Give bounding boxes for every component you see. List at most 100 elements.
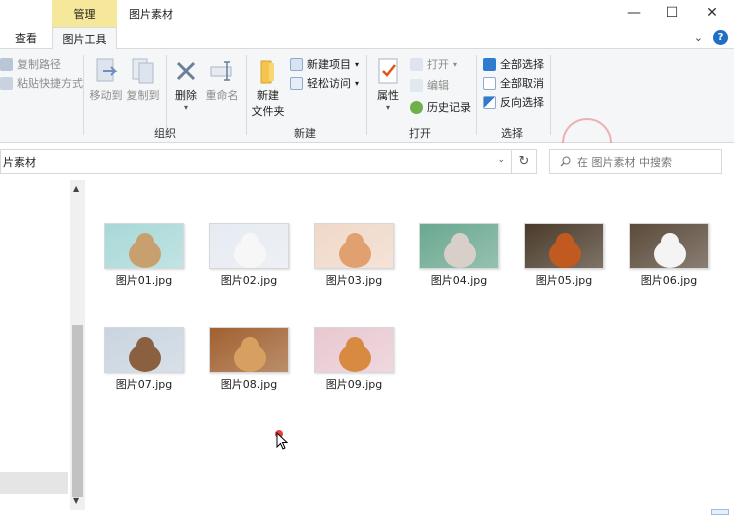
- history-label: 历史记录: [427, 101, 471, 114]
- ribbon-tabs: 查看 图片工具 ⌄ ?: [0, 27, 734, 50]
- move-to-button[interactable]: 移动到: [88, 55, 124, 103]
- easy-access-button[interactable]: 轻松访问 ▾: [290, 75, 359, 91]
- expand-ribbon-icon[interactable]: ⌄: [694, 31, 703, 44]
- group-separator: [246, 55, 247, 135]
- details-view-button[interactable]: [711, 509, 729, 515]
- select-all-label: 全部选择: [500, 58, 544, 71]
- search-icon: [560, 156, 571, 167]
- tab-manage[interactable]: 管理: [52, 0, 117, 27]
- delete-dropdown-icon[interactable]: ▾: [184, 103, 188, 112]
- title-bar: 管理 图片素材 — ☐ ✕: [0, 0, 734, 27]
- rename-button[interactable]: 重命名: [204, 55, 240, 103]
- maximize-button[interactable]: ☐: [652, 2, 692, 24]
- file-item[interactable]: 图片06.jpg: [621, 223, 717, 288]
- search-placeholder: 在 图片素材 中搜索: [577, 155, 672, 169]
- file-name: 图片03.jpg: [325, 274, 383, 287]
- view-toggle: [711, 509, 729, 515]
- delete-x-icon: [171, 55, 201, 87]
- file-item[interactable]: 图片04.jpg: [411, 223, 507, 288]
- edit-label: 编辑: [427, 79, 449, 92]
- scroll-up-icon[interactable]: ▲: [73, 184, 79, 193]
- file-item[interactable]: 图片07.jpg: [96, 327, 192, 392]
- copy-to-label: 复制到: [126, 89, 160, 102]
- properties-button[interactable]: 属性 ▾: [372, 55, 404, 112]
- open-icon: [410, 57, 423, 71]
- paste-shortcut-button[interactable]: 粘贴快捷方式: [0, 75, 83, 91]
- file-name: 图片06.jpg: [640, 274, 698, 287]
- cat-photo: [104, 223, 184, 269]
- ribbon: 复制路径 粘贴快捷方式 移动到 复制到 删除 ▾ 重命名 组织 新建 文件夹 新…: [0, 49, 734, 143]
- file-item[interactable]: 图片02.jpg: [201, 223, 297, 288]
- copy-to-button[interactable]: 复制到: [125, 55, 161, 103]
- nav-scrollbar[interactable]: ▲ ▼: [70, 180, 85, 510]
- file-item[interactable]: 图片03.jpg: [306, 223, 402, 288]
- properties-check-icon: [373, 55, 403, 87]
- open-button[interactable]: 打开 ▾: [410, 56, 457, 72]
- history-button[interactable]: 历史记录: [410, 99, 471, 115]
- file-name: 图片09.jpg: [325, 378, 383, 391]
- search-input[interactable]: 在 图片素材 中搜索: [549, 149, 722, 174]
- select-none-label: 全部取消: [500, 77, 544, 90]
- copy-path-button[interactable]: 复制路径: [0, 56, 61, 72]
- new-item-button[interactable]: 新建项目 ▾: [290, 56, 359, 72]
- scroll-down-icon[interactable]: ▼: [73, 496, 79, 505]
- mouse-cursor-icon: [276, 432, 288, 450]
- file-name: 图片04.jpg: [430, 274, 488, 287]
- delete-button[interactable]: 删除 ▾: [171, 55, 201, 112]
- paste-shortcut-icon: [0, 76, 13, 90]
- minimize-button[interactable]: —: [614, 2, 654, 24]
- address-row: 片素材 ⌄ ↻ 在 图片素材 中搜索: [0, 143, 734, 180]
- new-item-dropdown-icon: ▾: [355, 59, 360, 69]
- edit-button[interactable]: 编辑: [410, 77, 449, 93]
- tab-picture-tools[interactable]: 图片工具: [52, 27, 117, 50]
- open-dropdown-icon: ▾: [453, 59, 458, 69]
- address-dropdown-icon[interactable]: ⌄: [497, 155, 505, 165]
- hamster-photo: [314, 223, 394, 269]
- select-all-button[interactable]: 全部选择: [483, 56, 544, 72]
- kitten-photo: [419, 223, 499, 269]
- open-label: 打开: [427, 58, 449, 71]
- file-item[interactable]: 图片05.jpg: [516, 223, 612, 288]
- file-item[interactable]: 图片08.jpg: [201, 327, 297, 392]
- group-label-new: 新建: [294, 127, 316, 140]
- file-name: 图片02.jpg: [220, 274, 278, 287]
- easy-access-label: 轻松访问: [307, 77, 351, 90]
- file-name: 图片08.jpg: [220, 378, 278, 391]
- refresh-button[interactable]: ↻: [512, 149, 537, 174]
- edit-icon: [410, 78, 423, 92]
- close-button[interactable]: ✕: [692, 2, 732, 24]
- move-to-icon: [91, 55, 121, 87]
- tab-view-label: 查看: [15, 32, 37, 45]
- file-item[interactable]: 图片01.jpg: [96, 223, 192, 288]
- group-separator: [366, 55, 367, 135]
- group-separator: [83, 55, 84, 135]
- address-bar[interactable]: 片素材 ⌄: [0, 149, 512, 174]
- group-label-organize: 组织: [154, 127, 176, 140]
- tab-manage-label: 管理: [73, 7, 96, 21]
- group-separator: [476, 55, 477, 135]
- help-icon[interactable]: ?: [713, 30, 728, 45]
- new-folder-icon: [253, 55, 283, 87]
- tab-view[interactable]: 查看: [6, 27, 46, 49]
- ribbon-controls: ⌄ ?: [694, 30, 728, 45]
- refresh-icon: ↻: [518, 154, 530, 169]
- navigation-pane[interactable]: [0, 180, 70, 515]
- properties-dropdown-icon[interactable]: ▾: [386, 103, 390, 112]
- select-none-button[interactable]: 全部取消: [483, 75, 544, 91]
- delete-label: 删除: [175, 89, 197, 102]
- arctic-fox-photo: [209, 223, 289, 269]
- nav-selected-item[interactable]: [0, 472, 68, 494]
- new-folder-button[interactable]: 新建 文件夹: [250, 55, 286, 119]
- paste-shortcut-label: 粘贴快捷方式: [17, 77, 83, 90]
- corgi-photo: [314, 327, 394, 373]
- group-label-open: 打开: [409, 127, 431, 140]
- new-item-label: 新建项目: [307, 58, 351, 71]
- select-none-icon: [483, 76, 496, 90]
- invert-selection-button[interactable]: 反向选择: [483, 94, 544, 110]
- window-title: 图片素材: [129, 8, 173, 21]
- move-to-label: 移动到: [89, 89, 123, 102]
- file-item[interactable]: 图片09.jpg: [306, 327, 402, 392]
- file-name: 图片01.jpg: [115, 274, 173, 287]
- scrollbar-thumb[interactable]: [72, 325, 83, 497]
- easy-access-icon: [290, 76, 303, 90]
